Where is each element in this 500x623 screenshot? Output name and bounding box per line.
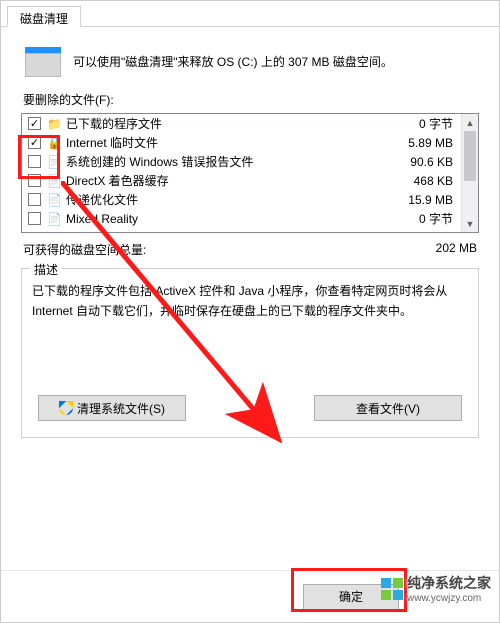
file-size: 468 KB (414, 174, 457, 188)
checkbox[interactable]: ✓ (28, 136, 41, 149)
file-size: 5.89 MB (408, 136, 457, 150)
file-list-item[interactable]: ✓ 🔒 Internet 临时文件5.89 MB (22, 133, 461, 152)
file-list-item[interactable]: 📄 传递优化文件15.9 MB (22, 190, 461, 209)
intro-text: 可以使用"磁盘清理"来释放 OS (C:) 上的 307 MB 磁盘空间。 (73, 54, 393, 71)
watermark-logo-icon (381, 578, 403, 600)
file-type-icon: 📄 (47, 192, 62, 207)
checkbox[interactable] (28, 174, 41, 187)
file-type-icon: 📄 (47, 173, 62, 188)
intro-row: 可以使用"磁盘清理"来释放 OS (C:) 上的 307 MB 磁盘空间。 (25, 47, 475, 77)
checkbox[interactable] (28, 212, 41, 225)
file-name: DirectX 着色器缓存 (66, 172, 414, 189)
files-to-delete-label: 要删除的文件(F): (23, 91, 477, 108)
scroll-up-button[interactable]: ▲ (462, 114, 478, 131)
total-row: 可获得的磁盘空间总量: 202 MB (23, 241, 477, 258)
description-buttons: 清理系统文件(S) 查看文件(V) (32, 395, 468, 421)
file-list-item[interactable]: 📄 系统创建的 Windows 错误报告文件90.6 KB (22, 152, 461, 171)
total-value: 202 MB (436, 241, 477, 258)
scroll-down-button[interactable]: ▼ (462, 215, 478, 232)
file-type-icon: 🔒 (47, 135, 62, 150)
file-name: Internet 临时文件 (66, 134, 408, 151)
scroll-thumb[interactable] (464, 131, 476, 181)
checkbox[interactable]: ✓ (28, 117, 41, 130)
checkbox[interactable] (28, 193, 41, 206)
file-type-icon: 📄 (47, 211, 62, 226)
scrollbar[interactable]: ▲ ▼ (461, 114, 478, 232)
total-label: 可获得的磁盘空间总量: (23, 241, 146, 258)
checkbox[interactable] (28, 155, 41, 168)
file-size: 15.9 MB (408, 193, 457, 207)
file-name: Mixed Reality (66, 212, 419, 226)
description-text: 已下载的程序文件包括 ActiveX 控件和 Java 小程序，你查看特定网页时… (32, 281, 468, 345)
clean-system-files-button[interactable]: 清理系统文件(S) (38, 395, 186, 421)
disk-cleanup-dialog: 磁盘清理 可以使用"磁盘清理"来释放 OS (C:) 上的 307 MB 磁盘空… (0, 0, 500, 623)
description-group: 描述 已下载的程序文件包括 ActiveX 控件和 Java 小程序，你查看特定… (21, 268, 479, 438)
view-files-button[interactable]: 查看文件(V) (314, 395, 462, 421)
file-name: 已下载的程序文件 (66, 115, 419, 132)
watermark: 纯净系统之家 www.ycwjzy.com (381, 573, 491, 604)
file-list-item[interactable]: 📄 DirectX 着色器缓存468 KB (22, 171, 461, 190)
watermark-text: 纯净系统之家 (407, 575, 491, 591)
ok-button-label: 确定 (339, 588, 363, 605)
file-name: 系统创建的 Windows 错误报告文件 (66, 153, 410, 170)
tab-strip: 磁盘清理 (1, 1, 499, 27)
scroll-track[interactable] (462, 131, 478, 215)
watermark-url: www.ycwjzy.com (407, 593, 491, 604)
file-list-item[interactable]: ✓ 📁 已下载的程序文件0 字节 (22, 114, 461, 133)
file-name: 传递优化文件 (66, 191, 408, 208)
file-size: 0 字节 (419, 210, 457, 227)
file-type-icon: 📄 (47, 154, 62, 169)
drive-icon (25, 47, 61, 77)
dialog-content: 可以使用"磁盘清理"来释放 OS (C:) 上的 307 MB 磁盘空间。 要删… (1, 27, 499, 450)
file-size: 0 字节 (419, 115, 457, 132)
file-list-rows: ✓📁已下载的程序文件0 字节✓🔒Internet 临时文件5.89 MB📄系统创… (22, 114, 461, 232)
clean-system-files-label: 清理系统文件(S) (77, 400, 165, 417)
view-files-label: 查看文件(V) (356, 400, 420, 417)
description-legend: 描述 (30, 261, 62, 278)
file-list-item[interactable]: 📄 Mixed Reality0 字节 (22, 209, 461, 228)
file-size: 90.6 KB (410, 155, 457, 169)
tab-disk-cleanup[interactable]: 磁盘清理 (7, 6, 81, 27)
uac-shield-icon (59, 401, 73, 415)
file-list: ✓📁已下载的程序文件0 字节✓🔒Internet 临时文件5.89 MB📄系统创… (21, 113, 479, 233)
file-type-icon: 📁 (47, 116, 62, 131)
